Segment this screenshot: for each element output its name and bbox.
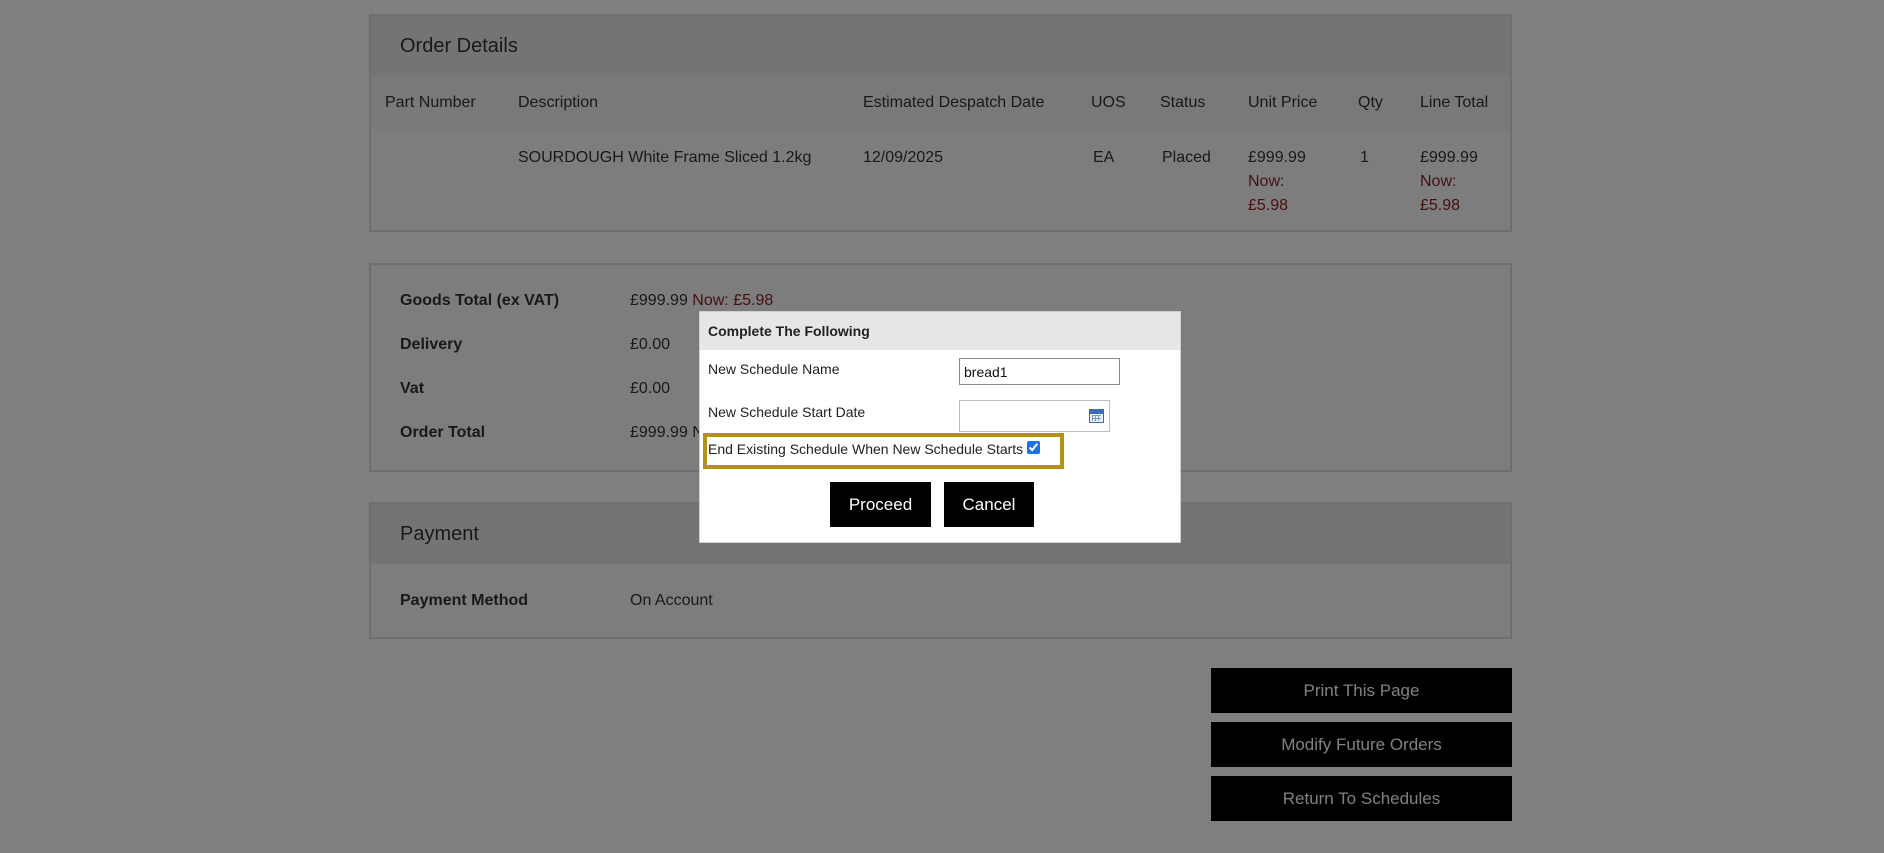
proceed-button[interactable]: Proceed bbox=[830, 482, 931, 527]
cancel-button[interactable]: Cancel bbox=[944, 482, 1034, 527]
end-existing-checkbox[interactable] bbox=[1027, 441, 1040, 454]
schedule-name-label: New Schedule Name bbox=[708, 361, 840, 377]
new-schedule-dialog: Complete The Following New Schedule Name… bbox=[699, 311, 1181, 543]
dialog-title: Complete The Following bbox=[700, 312, 1180, 350]
schedule-name-input[interactable] bbox=[959, 358, 1120, 385]
calendar-icon[interactable] bbox=[1089, 409, 1104, 423]
start-date-input[interactable] bbox=[959, 400, 1110, 432]
end-existing-label: End Existing Schedule When New Schedule … bbox=[708, 441, 1024, 457]
start-date-label: New Schedule Start Date bbox=[708, 404, 866, 420]
